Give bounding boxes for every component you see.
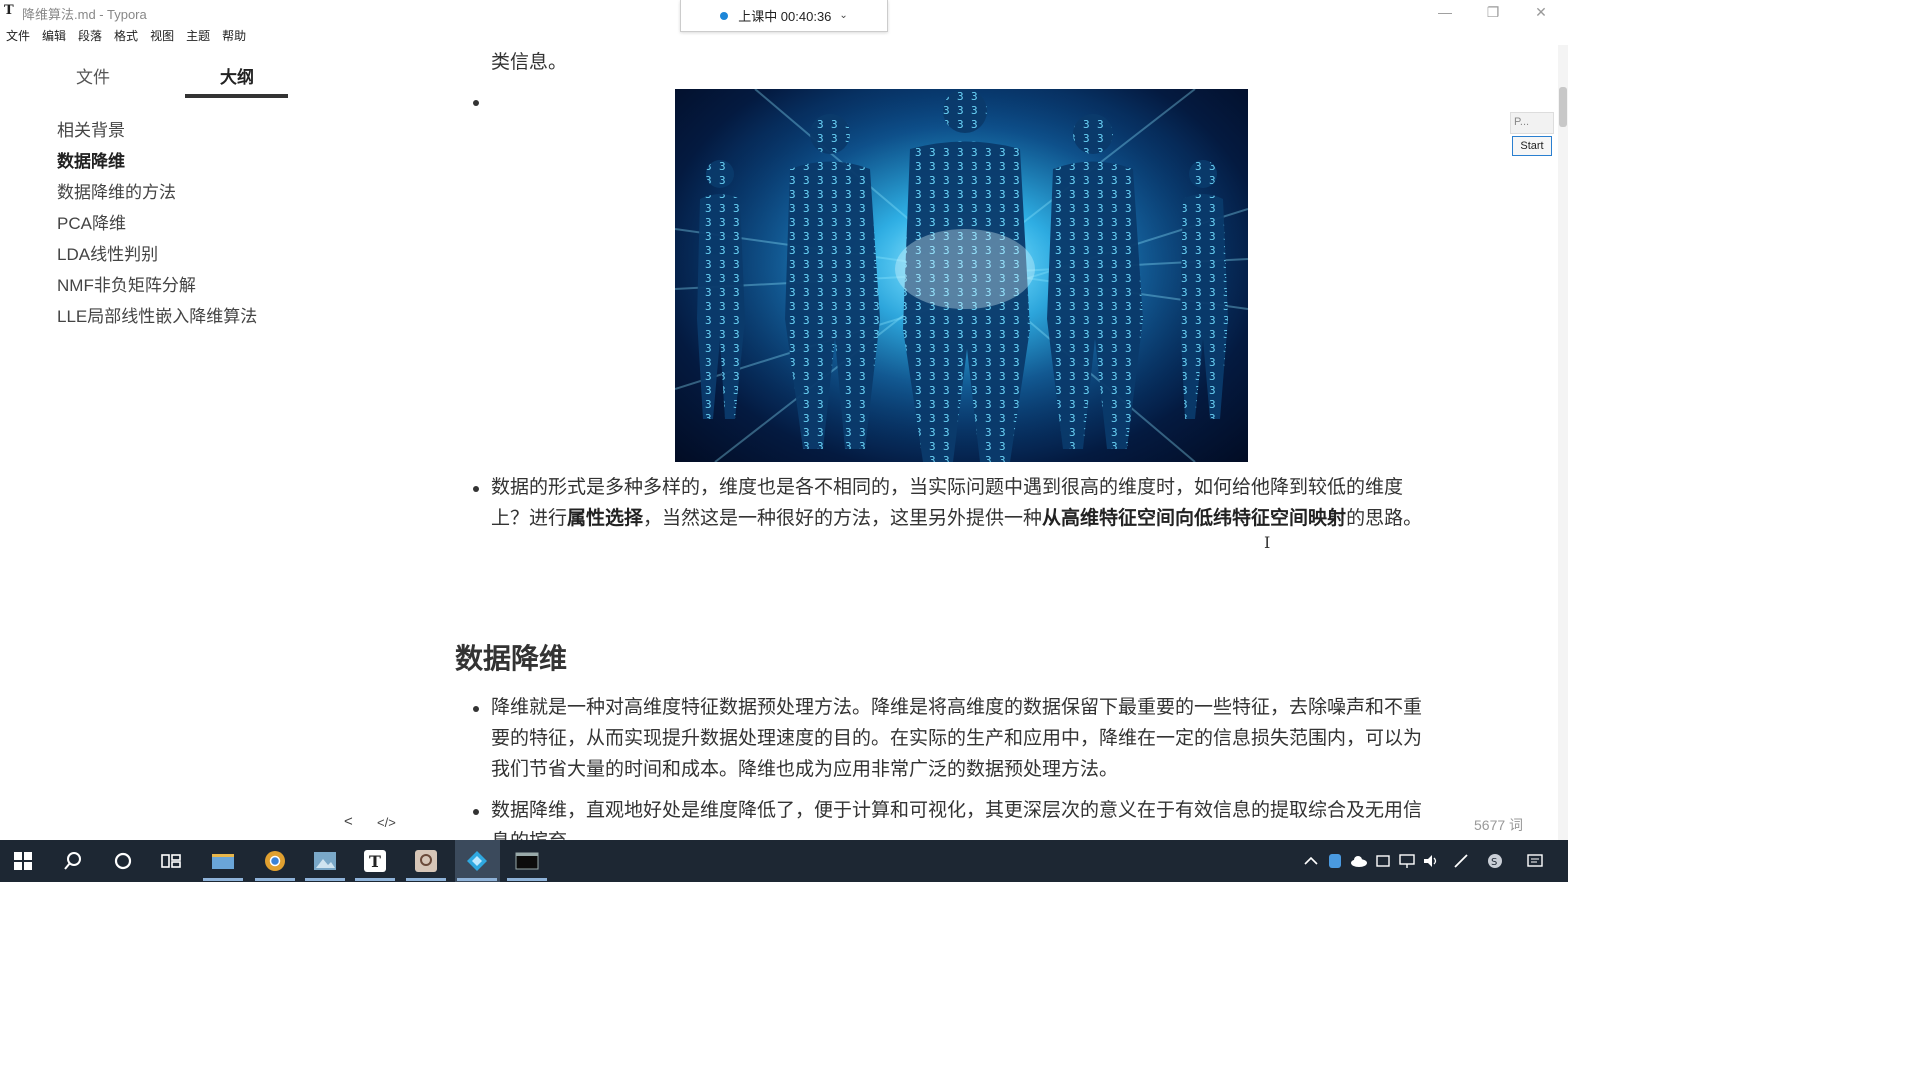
menu-edit[interactable]: 编辑 [36,25,72,45]
outline-item-lda[interactable]: LDA线性判别 [57,244,257,275]
active-app-indicator [507,878,547,881]
typora-app-icon: T [4,3,14,18]
active-app-indicator [203,878,243,881]
pycharm-icon[interactable] [413,848,439,874]
terminal-icon[interactable] [514,848,540,874]
svg-text:S: S [1491,857,1497,868]
outline-item-pca[interactable]: PCA降维 [57,213,257,244]
outline-list: 相关背景 数据降维 数据降维的方法 PCA降维 LDA线性判别 NMF非负矩阵分… [57,120,257,337]
recording-dot-icon [720,11,729,20]
cortana-icon[interactable] [110,848,136,874]
chevron-up-icon[interactable] [1302,852,1320,870]
image-viewer-icon[interactable] [312,848,338,874]
search-icon[interactable] [60,848,86,874]
pen-icon[interactable] [1452,852,1470,870]
outline-item-lle[interactable]: LLE局部线性嵌入降维算法 [57,306,257,337]
outline-item-nmf[interactable]: NMF非负矩阵分解 [57,275,257,306]
start-button[interactable]: Start [1512,136,1552,156]
floating-recorder-widget: P... Start [1510,112,1554,158]
windows-taskbar: T S [0,840,1568,882]
tab-files[interactable]: 文件 [76,63,110,88]
vscode-icon[interactable] [464,848,490,874]
svg-text:T: T [369,852,381,871]
restore-button[interactable]: ❐ [1478,2,1508,22]
chevron-down-icon[interactable]: ⌄ [839,10,847,21]
bold-text-attribute-selection: 属性选择 [567,508,644,529]
volume-icon[interactable] [1422,852,1440,870]
menu-help[interactable]: 帮助 [216,25,252,45]
class-timer[interactable]: 上课中 00:40:36 ⌄ [680,0,888,32]
paragraph-dim-reduction-benefit: 数据降维，直观地好处是维度降低了，便于计算和可视化，其更深层次的意义在于有效信息… [491,800,1423,840]
vertical-scrollbar[interactable] [1558,45,1568,840]
active-app-indicator [255,878,295,881]
chrome-icon[interactable] [262,848,288,874]
editor-content[interactable]: 类信息。 3 [330,45,1558,840]
typora-taskbar-icon[interactable]: T [362,848,388,874]
paragraph-fragment: 类信息。 [491,52,568,73]
menu-view[interactable]: 视图 [144,25,180,45]
active-app-indicator [406,878,446,881]
outline-item-methods[interactable]: 数据降维的方法 [57,182,257,213]
bold-text-mapping: 从高维特征空间向低纬特征空间映射 [1042,508,1347,529]
outline-item-dim-reduction[interactable]: 数据降维 [57,151,257,182]
tray-app-icon[interactable] [1326,852,1344,870]
active-app-indicator [305,878,345,881]
paragraph-dim-reduction-definition: 降维就是一种对高维度特征数据预处理方法。降维是将高维度的数据保留下最重要的一些特… [491,697,1423,780]
network-icon[interactable] [1398,852,1416,870]
widget-label: P... [1510,112,1554,134]
text-cursor-icon: I [1264,533,1271,552]
sidebar: 文件 大纲 相关背景 数据降维 数据降维的方法 PCA降维 LDA线性判别 NM… [0,45,396,840]
active-app-indicator [355,878,395,881]
menu-theme[interactable]: 主题 [180,25,216,45]
text-run: 的思路。 [1346,508,1423,529]
bullet-marker [473,809,479,815]
active-app-indicator [457,878,497,881]
digital-humans-image: 3 [675,89,1248,462]
window-title: 降维算法.md - Typora [22,7,147,22]
close-button[interactable]: ✕ [1526,2,1556,22]
menu-bar: 文件 编辑 段落 格式 视图 主题 帮助 [0,25,252,45]
bullet-marker [473,706,479,712]
menu-format[interactable]: 格式 [108,25,144,45]
section-heading: 数据降维 [455,643,568,674]
onedrive-icon[interactable] [1350,852,1368,870]
word-count[interactable]: 5677 词 [1474,815,1523,835]
windows-start-icon[interactable] [10,848,36,874]
input-method-icon[interactable]: S [1486,852,1504,870]
paragraph-data-forms: 数据的形式是多种多样的，维度也是各不相同的，当实际问题中遇到很高的维度时，如何给… [491,472,1436,534]
minimize-button[interactable]: — [1430,2,1460,22]
active-tab-indicator [185,94,288,98]
file-explorer-icon[interactable] [210,848,236,874]
bullet-marker [473,100,479,106]
tab-outline[interactable]: 大纲 [220,63,254,88]
task-view-icon[interactable] [158,848,184,874]
bullet-marker [473,486,479,492]
menu-paragraph[interactable]: 段落 [72,25,108,45]
scrollbar-thumb[interactable] [1559,87,1567,127]
text-run: ，当然这是一种很好的方法，这里另外提供一种 [643,508,1043,529]
outline-item-background[interactable]: 相关背景 [57,120,257,151]
digital-humans-illustration: 3 [675,89,1248,462]
tablet-mode-icon[interactable] [1374,852,1392,870]
action-center-icon[interactable] [1526,852,1544,870]
menu-file[interactable]: 文件 [0,25,36,45]
timer-label: 上课中 00:40:36 [738,9,832,24]
